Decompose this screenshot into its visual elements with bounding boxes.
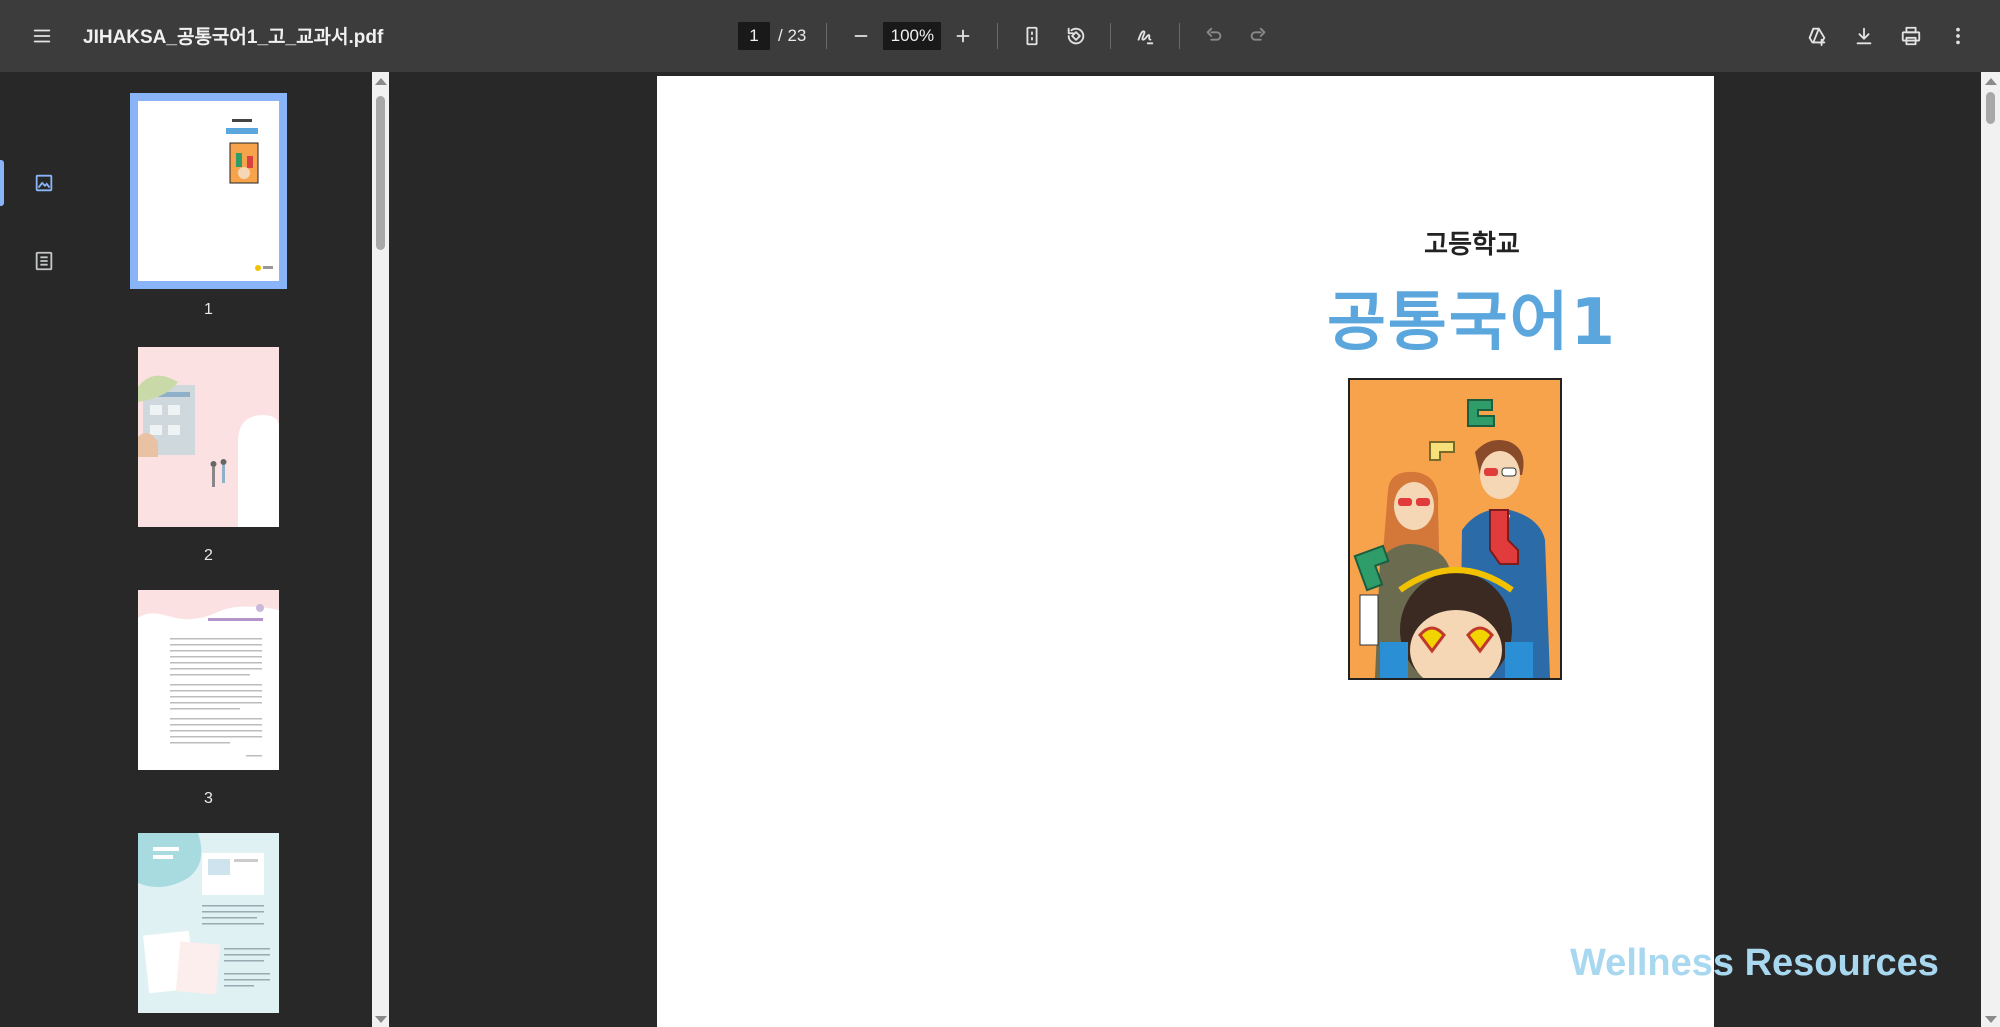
thumbnail-page-number: 2 [204,547,213,564]
toolbar-divider [997,23,999,49]
thumbnail-image [138,833,279,1013]
thumbnail-image [138,590,279,770]
cover-illustration [1348,378,1562,680]
document-title: JIHAKSA_공통국어1_고_교과서.pdf [83,27,384,48]
file-actions [1795,14,1980,58]
toolbar-divider [1179,23,1181,49]
pdf-page-1: 고등학교 공통국어1 [657,76,1714,1027]
thumbnail-page-2[interactable]: 2 [138,347,279,565]
fit-to-page-icon[interactable] [1010,14,1054,58]
save-to-drive-icon[interactable] [1795,14,1839,58]
sidebar-rail [0,72,88,1027]
thumbnail-page-number: 1 [204,301,213,318]
toolbar-divider [1110,23,1112,49]
scroll-up-arrow-icon[interactable] [375,78,387,85]
draw-icon[interactable] [1123,14,1167,58]
thumbnail-scrollbar[interactable] [372,72,389,1027]
scrollbar-thumb[interactable] [1986,92,1995,124]
active-indicator [0,160,4,206]
document-outline-icon[interactable] [22,239,66,283]
redo-icon[interactable] [1236,14,1280,58]
watermark-text: Wellness Resources [1570,942,1939,984]
download-icon[interactable] [1842,14,1886,58]
zoom-level-input[interactable] [883,22,942,50]
rotate-icon[interactable] [1054,14,1098,58]
thumbnail-image [130,93,287,289]
toolbar-divider [826,23,828,49]
thumbnail-page-number: 3 [204,790,213,807]
scrollbar-thumb[interactable] [376,96,385,250]
thumbnail-page-1[interactable]: 1 [130,93,287,319]
thumbnail-view-icon[interactable] [22,161,66,205]
subject-title: 공통국어1 [1326,286,1618,360]
document-viewer: 고등학교 공통국어1 Wellness Resources [389,72,1981,1027]
thumbnail-page-4[interactable] [138,833,279,1013]
print-icon[interactable] [1889,14,1933,58]
thumbnail-pane: 1 2 3 [88,72,372,1027]
school-level-heading: 고등학교 [1424,230,1520,260]
more-options-icon[interactable] [1936,14,1980,58]
undo-icon[interactable] [1192,14,1236,58]
scroll-down-arrow-icon[interactable] [1985,1016,1997,1023]
thumbnail-page-3[interactable]: 3 [138,590,279,808]
scroll-up-arrow-icon[interactable] [1985,78,1997,85]
main-scrollbar[interactable] [1981,72,2000,1027]
pdf-toolbar: JIHAKSA_공통국어1_고_교과서.pdf / 23 [0,0,2000,72]
scroll-down-arrow-icon[interactable] [375,1016,387,1023]
thumbnail-image [138,347,279,527]
zoom-in-icon[interactable] [941,14,985,58]
page-zoom-controls: / 23 [738,14,1280,58]
page-number-input[interactable] [738,22,770,50]
page-total-label: / 23 [778,26,807,45]
zoom-out-icon[interactable] [839,14,883,58]
menu-icon[interactable] [20,14,64,58]
